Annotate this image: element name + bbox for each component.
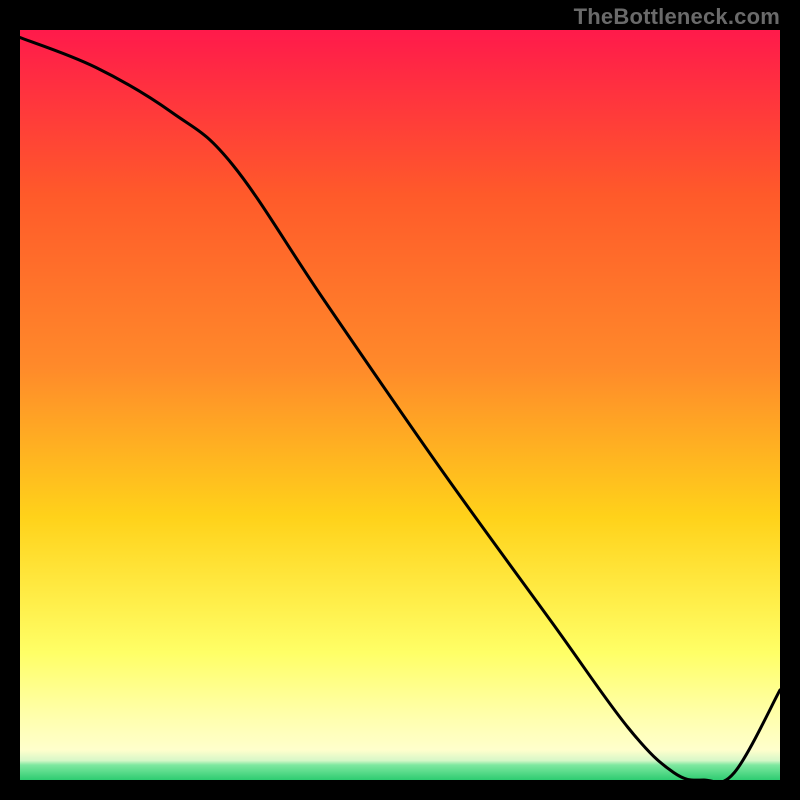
plot-area [20, 30, 780, 780]
chart-svg [20, 30, 780, 780]
gradient-background [20, 30, 780, 780]
watermark-label: TheBottleneck.com [574, 4, 780, 30]
chart-frame: TheBottleneck.com [0, 0, 800, 800]
